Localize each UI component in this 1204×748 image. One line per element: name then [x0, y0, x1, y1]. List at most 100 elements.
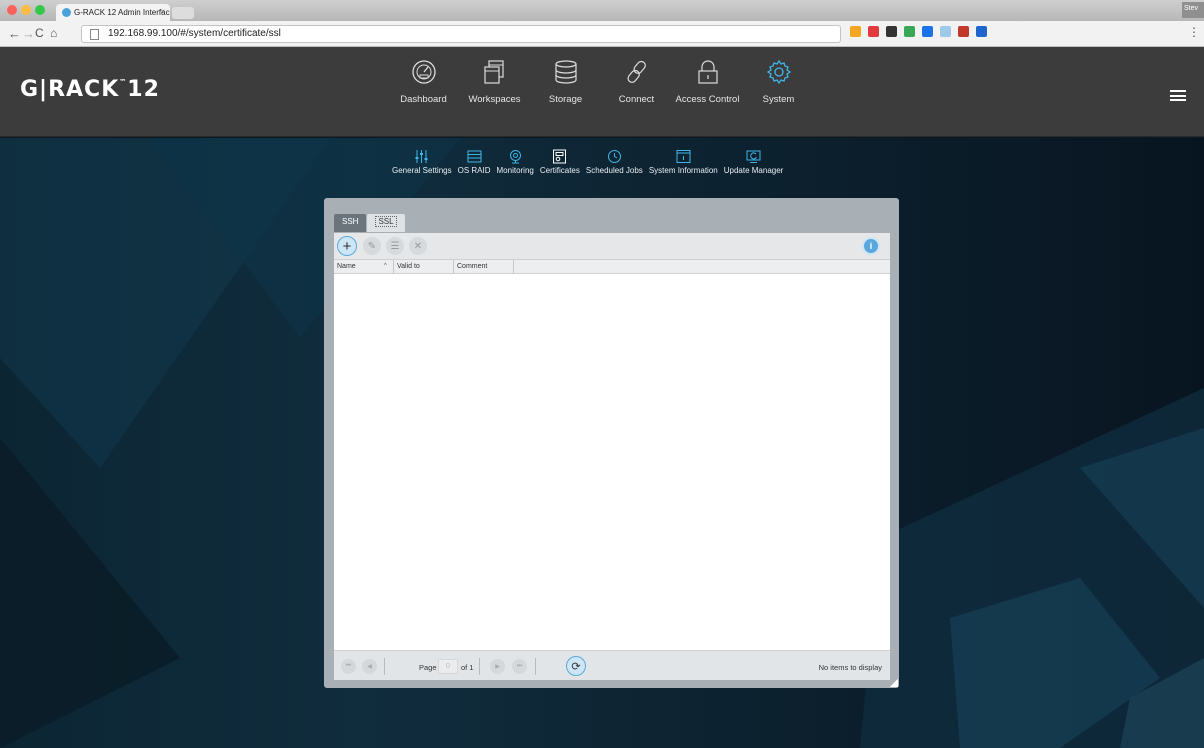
hamburger-menu-icon[interactable] [1170, 90, 1186, 101]
browser-toolbar: ← → C ⌂ 192.168.99.100/#/system/certific… [0, 21, 1204, 47]
extension-icon[interactable] [922, 26, 933, 37]
first-page-icon[interactable]: ⏮ [341, 659, 356, 674]
extension-icon[interactable] [958, 26, 969, 37]
extension-icon[interactable] [940, 26, 951, 37]
extension-icon[interactable] [886, 26, 897, 37]
resize-handle[interactable] [890, 679, 898, 687]
nav-connect[interactable]: Connect [601, 59, 672, 105]
nav-label: System [762, 94, 795, 105]
minimize-window-button[interactable] [21, 5, 31, 15]
star-icon[interactable] [850, 26, 861, 37]
next-page-icon[interactable]: ▶ [490, 659, 505, 674]
sort-ascending-icon: ^ [384, 263, 387, 269]
logo-number: 12 [127, 77, 160, 102]
tab-ssl[interactable]: SSL [367, 214, 405, 232]
url-text: 192.168.99.100/#/system/certificate/ssl [108, 28, 281, 39]
tab-close-icon[interactable]: × [160, 7, 165, 16]
lock-icon [697, 60, 718, 84]
nav-label: Storage [548, 94, 583, 105]
subnav-label: Certificates [539, 166, 580, 175]
subnav-scheduled-jobs[interactable]: Scheduled Jobs [583, 149, 646, 175]
column-header-name[interactable]: Name ^ [334, 260, 394, 274]
previous-page-icon[interactable]: ◀ [362, 659, 377, 674]
extension-icon[interactable] [976, 26, 987, 37]
page-icon [90, 29, 99, 40]
browser-menu-icon[interactable]: ⋮ [1188, 25, 1200, 39]
nav-dashboard[interactable]: Dashboard [388, 59, 459, 105]
refresh-icon[interactable]: ⟳ [566, 656, 586, 676]
pagination-bar: ⏮ ◀ Page of 1 ▶ ⏭ ⟳ No items to display [334, 650, 890, 680]
browser-tab-bar: G-RACK 12 Admin Interfac × Stev [0, 0, 1204, 21]
edit-icon[interactable]: ✎ [363, 237, 381, 255]
subnav-label: Monitoring [496, 166, 534, 175]
subnav-label: OS RAID [457, 166, 491, 175]
favicon-icon [62, 8, 71, 17]
subnav-update-manager[interactable]: Update Manager [721, 149, 787, 175]
reload-icon[interactable]: C [35, 26, 44, 40]
monitoring-icon [509, 150, 521, 164]
opera-extension-icon[interactable] [868, 26, 879, 37]
nav-workspaces[interactable]: Workspaces [459, 59, 530, 105]
profile-button[interactable]: Stev [1182, 2, 1204, 18]
subnav-label: Update Manager [723, 166, 784, 175]
last-page-icon[interactable]: ⏭ [512, 659, 527, 674]
page-count: of 1 [461, 663, 474, 672]
address-bar[interactable]: 192.168.99.100/#/system/certificate/ssl [81, 25, 841, 43]
grid-toolbar: + ✎ ☰ ✕ i [334, 233, 890, 260]
nav-system[interactable]: System [743, 59, 814, 105]
certificate-tabs: SSH SSL [334, 214, 405, 232]
update-icon [746, 150, 761, 163]
logo-text: G|RACK [20, 77, 120, 102]
browser-tab[interactable]: G-RACK 12 Admin Interfac × [56, 4, 170, 21]
info-window-icon [676, 150, 691, 163]
pager-status: No items to display [818, 663, 882, 672]
link-icon [626, 60, 646, 83]
subnav-system-information[interactable]: System Information [646, 149, 721, 175]
browser-tab-title: G-RACK 12 Admin Interfac [74, 8, 170, 17]
tab-ssl-label: SSL [375, 216, 397, 227]
system-subnav: General Settings OS RAID Monitoring Cert… [389, 149, 786, 175]
gear-icon [766, 59, 791, 85]
info-icon[interactable]: i [862, 237, 880, 255]
page-number-input[interactable] [438, 659, 458, 674]
column-header-label: Valid to [397, 263, 420, 270]
tab-ssh[interactable]: SSH [334, 214, 367, 232]
workspaces-icon [483, 60, 504, 84]
nav-access-control[interactable]: Access Control [672, 59, 743, 105]
nav-label: Dashboard [400, 94, 447, 105]
nav-storage[interactable]: Storage [530, 59, 601, 105]
clock-icon [607, 150, 621, 163]
new-tab-button[interactable] [172, 7, 194, 19]
main-nav: Dashboard Workspaces Storage Connect Acc… [388, 59, 814, 105]
pager-divider [479, 658, 480, 675]
column-header-label: Name [337, 263, 356, 270]
sliders-icon [415, 150, 428, 163]
details-list-icon[interactable]: ☰ [386, 237, 404, 255]
raid-icon [467, 150, 482, 163]
extension-icon[interactable] [904, 26, 915, 37]
add-certificate-button[interactable]: + [337, 236, 357, 256]
maximize-window-button[interactable] [35, 5, 45, 15]
back-arrow-icon[interactable]: ← [8, 26, 21, 41]
grack-logo[interactable]: G|RACK™12 [20, 77, 160, 102]
subnav-general-settings[interactable]: General Settings [389, 149, 455, 175]
page-label: Page [419, 663, 437, 672]
home-icon[interactable]: ⌂ [50, 26, 57, 40]
subnav-monitoring[interactable]: Monitoring [494, 149, 537, 175]
forward-arrow-icon[interactable]: → [22, 26, 35, 41]
storage-icon [554, 60, 577, 84]
column-header-comment[interactable]: Comment [454, 260, 514, 274]
nav-label: Connect [618, 94, 655, 105]
subnav-certificates[interactable]: Certificates [537, 149, 583, 175]
column-header-label: Comment [457, 263, 488, 270]
subnav-os-raid[interactable]: OS RAID [455, 149, 494, 175]
pager-divider [535, 658, 536, 675]
subnav-label: General Settings [392, 166, 452, 175]
close-window-button[interactable] [7, 5, 17, 15]
delete-icon[interactable]: ✕ [409, 237, 427, 255]
column-header-valid-to[interactable]: Valid to [394, 260, 454, 274]
certificates-panel: SSH SSL + ✎ ☰ ✕ i Name ^ Valid to Commen… [324, 198, 899, 688]
certificate-icon [553, 149, 567, 164]
nav-label: Access Control [675, 94, 740, 105]
app-header: G|RACK™12 Dashboard Workspaces Storage C… [0, 47, 1204, 137]
